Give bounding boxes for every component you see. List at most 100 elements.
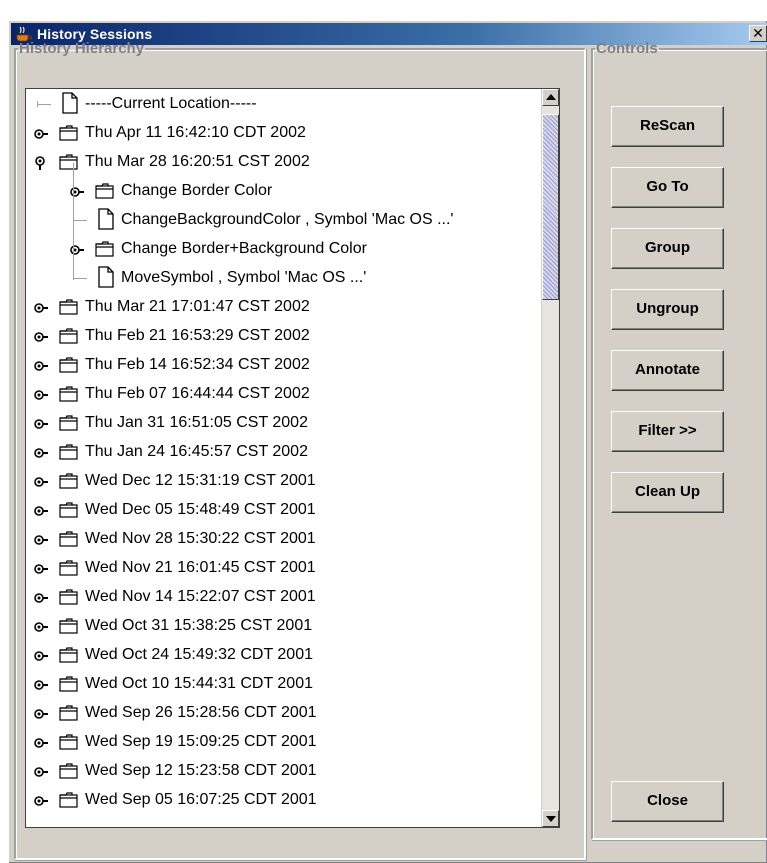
tree-item[interactable]: Thu Jan 31 16:51:05 CST 2002	[26, 409, 542, 438]
collapsed-handle-icon[interactable]	[34, 678, 48, 692]
folder-icon	[59, 328, 78, 344]
tree-item[interactable]: Thu Feb 07 16:44:44 CST 2002	[26, 380, 542, 409]
arrow-up-icon	[546, 94, 556, 100]
clean-up-button[interactable]: Clean Up	[611, 472, 724, 513]
tree-item-label: Wed Sep 19 15:09:25 CDT 2001	[85, 733, 317, 750]
window-close-button[interactable]: ✕	[749, 25, 767, 42]
document-icon	[62, 92, 78, 114]
close-button[interactable]: Close	[611, 781, 724, 822]
folder-icon	[59, 560, 78, 576]
tree-connector-line	[73, 278, 87, 279]
tree-item-label: Wed Oct 31 15:38:25 CST 2001	[85, 617, 313, 634]
tree-item-label: Thu Feb 21 16:53:29 CST 2002	[85, 327, 310, 344]
collapsed-handle-icon[interactable]	[34, 446, 48, 460]
tree-item[interactable]: Wed Dec 05 15:48:49 CST 2001	[26, 496, 542, 525]
tree-item[interactable]: Wed Sep 26 15:28:56 CDT 2001	[26, 699, 542, 728]
tree-branch-line	[73, 163, 74, 280]
collapsed-handle-icon[interactable]	[34, 533, 48, 547]
scroll-up-button[interactable]	[542, 89, 559, 106]
scroll-thumb[interactable]	[542, 114, 559, 300]
tree-item-label: Wed Dec 05 15:48:49 CST 2001	[85, 501, 316, 518]
tree-item-label: Thu Feb 14 16:52:34 CST 2002	[85, 356, 310, 373]
filter-button[interactable]: Filter >>	[611, 411, 724, 452]
folder-icon	[59, 763, 78, 779]
collapsed-handle-icon[interactable]	[34, 330, 48, 344]
collapsed-handle-icon[interactable]	[34, 591, 48, 605]
collapsed-handle-icon[interactable]	[34, 794, 48, 808]
tree-item-label: ChangeBackgroundColor , Symbol 'Mac OS .…	[121, 211, 454, 228]
tree-item[interactable]: Thu Feb 14 16:52:34 CST 2002	[26, 351, 542, 380]
tree-item[interactable]: Wed Oct 10 15:44:31 CDT 2001	[26, 670, 542, 699]
history-tree-viewport[interactable]: -----Current Location----- Thu Apr 11 16:…	[26, 89, 542, 827]
tree-item[interactable]: Wed Nov 14 15:22:07 CST 2001	[26, 583, 542, 612]
tree-item[interactable]: -----Current Location-----	[26, 90, 542, 119]
tree-item-label: Wed Nov 21 16:01:45 CST 2001	[85, 559, 316, 576]
collapsed-handle-icon[interactable]	[34, 127, 48, 141]
tree-item-label: Wed Oct 10 15:44:31 CDT 2001	[85, 675, 313, 692]
tree-connector-line	[37, 104, 51, 105]
tree-item[interactable]: Wed Nov 28 15:30:22 CST 2001	[26, 525, 542, 554]
tree-item[interactable]: Wed Sep 19 15:09:25 CDT 2001	[26, 728, 542, 757]
tree-item-label: Change Border+Background Color	[121, 240, 367, 257]
folder-icon	[59, 125, 78, 141]
folder-icon	[59, 792, 78, 808]
collapsed-handle-icon[interactable]	[34, 359, 48, 373]
rescan-button[interactable]: ReScan	[611, 106, 724, 147]
folder-icon	[59, 705, 78, 721]
tree-item[interactable]: Thu Feb 21 16:53:29 CST 2002	[26, 322, 542, 351]
tree-item[interactable]: Thu Mar 28 16:20:51 CST 2002	[26, 148, 542, 177]
folder-icon	[59, 386, 78, 402]
collapsed-handle-icon[interactable]	[34, 475, 48, 489]
tree-item[interactable]: Wed Sep 05 16:07:25 CDT 2001	[26, 786, 542, 815]
tree-item[interactable]: Wed Oct 31 15:38:25 CST 2001	[26, 612, 542, 641]
collapsed-handle-icon[interactable]	[34, 649, 48, 663]
tree-item[interactable]: Thu Apr 11 16:42:10 CDT 2002	[26, 119, 542, 148]
collapsed-handle-icon[interactable]	[34, 765, 48, 779]
group-button[interactable]: Group	[611, 228, 724, 269]
folder-icon	[59, 357, 78, 373]
tree-item[interactable]: Thu Mar 21 17:01:47 CST 2002	[26, 293, 542, 322]
tree-item-label: Wed Nov 14 15:22:07 CST 2001	[85, 588, 316, 605]
tree-child-item[interactable]: Change Border+Background Color	[26, 235, 542, 264]
collapsed-handle-icon[interactable]	[34, 620, 48, 634]
tree-child-item[interactable]: ChangeBackgroundColor , Symbol 'Mac OS .…	[26, 206, 542, 235]
annotate-button[interactable]: Annotate	[611, 350, 724, 391]
tree-item-label: Change Border Color	[121, 182, 273, 199]
folder-icon	[59, 444, 78, 460]
tree-item-label: Wed Nov 28 15:30:22 CST 2001	[85, 530, 316, 547]
go-to-button[interactable]: Go To	[611, 167, 724, 208]
tree-item[interactable]: Wed Dec 12 15:31:19 CST 2001	[26, 467, 542, 496]
folder-icon	[59, 299, 78, 315]
expanded-handle-icon[interactable]	[34, 156, 48, 170]
tree-item[interactable]: Wed Oct 24 15:49:32 CDT 2001	[26, 641, 542, 670]
collapsed-handle-icon[interactable]	[34, 562, 48, 576]
scroll-down-button[interactable]	[542, 810, 559, 827]
tree-child-item[interactable]: Change Border Color	[26, 177, 542, 206]
document-icon	[98, 266, 114, 288]
collapsed-handle-icon[interactable]	[34, 301, 48, 315]
folder-icon	[59, 734, 78, 750]
vertical-scrollbar[interactable]	[541, 89, 559, 827]
folder-icon	[95, 183, 114, 199]
tree-item-label: Thu Feb 07 16:44:44 CST 2002	[85, 385, 310, 402]
tree-item[interactable]: Wed Sep 12 15:23:58 CDT 2001	[26, 757, 542, 786]
tree-item[interactable]: Thu Jan 24 16:45:57 CST 2002	[26, 438, 542, 467]
ungroup-button[interactable]: Ungroup	[611, 289, 724, 330]
collapsed-handle-icon[interactable]	[34, 417, 48, 431]
tree-item[interactable]: Wed Nov 21 16:01:45 CST 2001	[26, 554, 542, 583]
tree-item-label: Thu Apr 11 16:42:10 CDT 2002	[85, 124, 306, 141]
folder-icon	[95, 241, 114, 257]
history-hierarchy-legend: History Hierarchy	[19, 40, 145, 57]
tree-item-label: Wed Sep 26 15:28:56 CDT 2001	[85, 704, 317, 721]
folder-icon	[59, 154, 78, 170]
collapsed-handle-icon[interactable]	[34, 736, 48, 750]
tree-child-item[interactable]: MoveSymbol , Symbol 'Mac OS ...'	[26, 264, 542, 293]
collapsed-handle-icon[interactable]	[34, 504, 48, 518]
folder-icon	[59, 502, 78, 518]
folder-icon	[59, 647, 78, 663]
collapsed-handle-icon[interactable]	[34, 707, 48, 721]
history-tree: -----Current Location----- Thu Apr 11 16:…	[25, 88, 560, 828]
folder-icon	[59, 676, 78, 692]
collapsed-handle-icon[interactable]	[34, 388, 48, 402]
tree-item-label: Thu Jan 31 16:51:05 CST 2002	[85, 414, 308, 431]
